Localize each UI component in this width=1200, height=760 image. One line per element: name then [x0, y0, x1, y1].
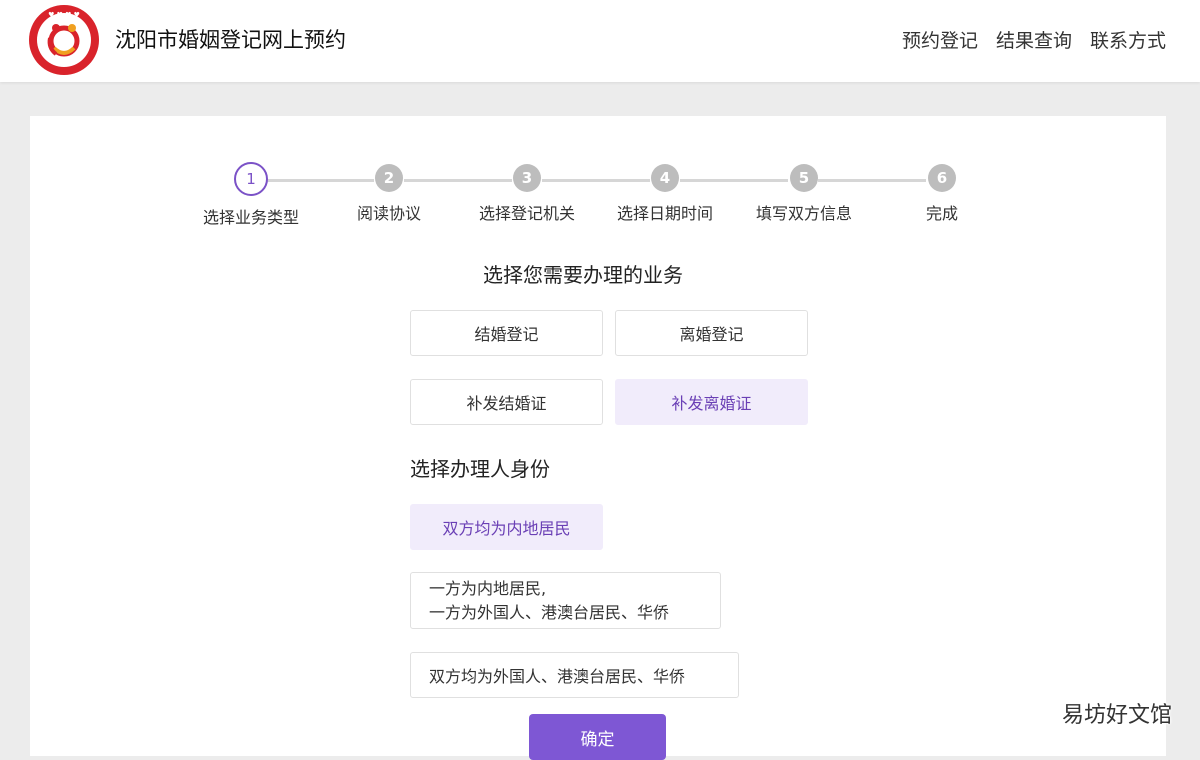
- header: ♥ ♥ ♥ ♥ 沈阳市婚姻登记网上预约 预约登记 结果查询 联系方式: [0, 0, 1200, 82]
- option-divorce-registration[interactable]: 离婚登记: [615, 310, 808, 356]
- marriage-logo-icon: ♥ ♥ ♥ ♥: [29, 5, 99, 75]
- step-number: 2: [375, 164, 403, 192]
- site-title: 沈阳市婚姻登记网上预约: [115, 28, 346, 52]
- step-6: 6 完成: [877, 164, 1007, 224]
- option-reissue-marriage-certificate[interactable]: 补发结婚证: [410, 379, 603, 425]
- svg-text:♥ ♥ ♥ ♥: ♥ ♥ ♥ ♥: [48, 11, 80, 19]
- identity-one-mainland[interactable]: 一方为内地居民, 一方为外国人、港澳台居民、华侨: [410, 572, 721, 629]
- step-label: 选择日期时间: [616, 204, 713, 223]
- identity-line: 一方为内地居民,: [429, 578, 547, 598]
- step-label: 完成: [925, 204, 958, 223]
- nav-contact[interactable]: 联系方式: [1090, 26, 1166, 53]
- step-number: 3: [513, 164, 541, 192]
- nav-appointment[interactable]: 预约登记: [902, 26, 978, 53]
- option-reissue-divorce-certificate[interactable]: 补发离婚证: [615, 379, 808, 425]
- identity-line: 一方为外国人、港澳台居民、华侨: [429, 602, 670, 622]
- main-card: 1 选择业务类型 2 阅读协议 3 选择登记机关 4 选择日期时间 5 填写双方…: [30, 116, 1166, 760]
- step-label: 阅读协议: [356, 204, 421, 223]
- top-nav: 预约登记 结果查询 联系方式: [902, 26, 1166, 53]
- identity-both-mainland[interactable]: 双方均为内地居民: [410, 504, 603, 550]
- step-label: 选择登记机关: [478, 204, 575, 223]
- step-3: 3 选择登记机关: [462, 164, 592, 224]
- confirm-button[interactable]: 确定: [529, 714, 666, 760]
- step-number: 4: [651, 164, 679, 192]
- step-5: 5 填写双方信息: [739, 164, 869, 224]
- nav-result-query[interactable]: 结果查询: [996, 26, 1072, 53]
- step-4: 4 选择日期时间: [600, 164, 730, 224]
- option-marriage-registration[interactable]: 结婚登记: [410, 310, 603, 356]
- step-2: 2 阅读协议: [324, 164, 454, 224]
- step-number: 1: [234, 162, 268, 196]
- watermark-text: 易坊好文馆: [1061, 703, 1172, 728]
- step-1: 1 选择业务类型: [186, 162, 316, 228]
- identity-section-title: 选择办理人身份: [410, 457, 550, 481]
- step-number: 6: [928, 164, 956, 192]
- identity-both-foreign[interactable]: 双方均为外国人、港澳台居民、华侨: [410, 652, 739, 698]
- business-section-title: 选择您需要办理的业务: [483, 263, 683, 287]
- logo[interactable]: ♥ ♥ ♥ ♥: [28, 4, 100, 76]
- step-number: 5: [790, 164, 818, 192]
- step-label: 选择业务类型: [202, 208, 299, 227]
- step-label: 填写双方信息: [755, 204, 852, 223]
